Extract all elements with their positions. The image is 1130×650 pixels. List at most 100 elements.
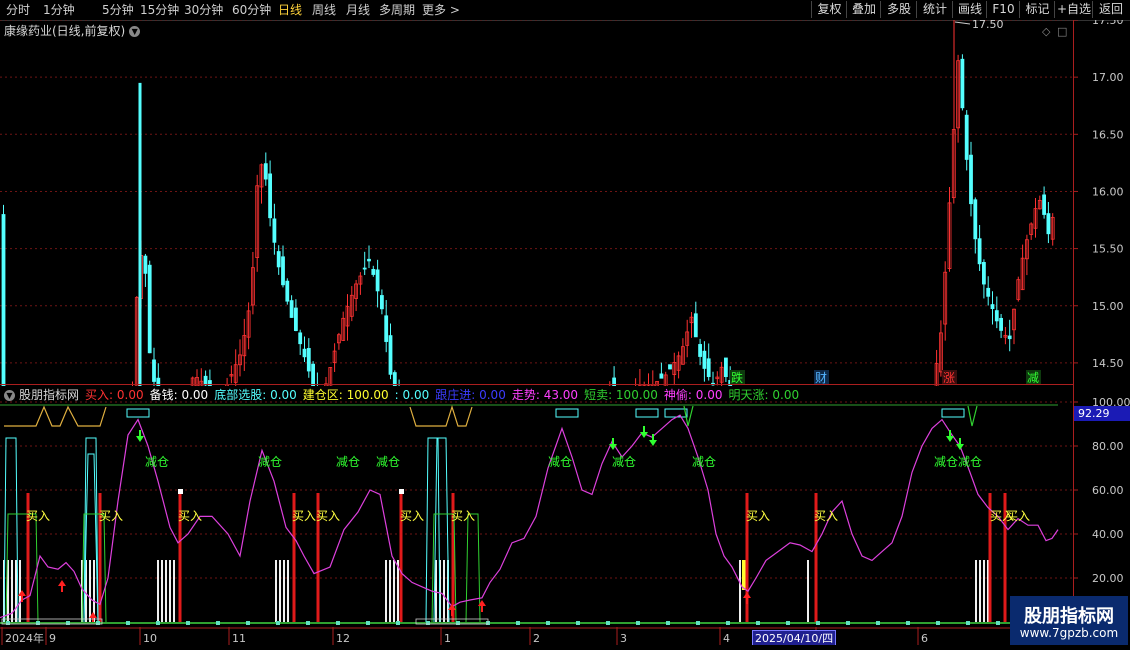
candle-body	[999, 317, 1003, 331]
candle-body	[1046, 213, 1051, 235]
toolbar-button-6[interactable]: 标记	[1019, 1, 1055, 18]
indicator-field-4: : 0.00	[395, 388, 430, 402]
indicator-field-label: 底部选股:	[214, 388, 267, 402]
indicator-field-8: 神偷: 0.00	[664, 388, 723, 402]
period-tab-8[interactable]: 月线	[346, 2, 370, 18]
baseline-dot	[966, 621, 970, 625]
candle-body	[362, 267, 367, 270]
x-axis-label-2: 10	[143, 632, 157, 645]
indicator-field-3: 建仓区: 100.00	[303, 388, 389, 402]
candle-body	[960, 58, 965, 109]
marker-square	[178, 489, 183, 494]
indicator-tick-label: 20.00	[1092, 572, 1124, 585]
chevron-down-icon[interactable]: ▼	[4, 390, 15, 401]
baseline-dot	[276, 621, 280, 625]
baseline-dot	[306, 621, 310, 625]
candle-body	[285, 280, 290, 302]
price-tick-label: 17.50	[1092, 20, 1124, 27]
indicator-field-label: 买入:	[85, 388, 114, 402]
indicator-field-value: 0.00	[398, 388, 430, 402]
baseline-dot	[156, 621, 160, 625]
toolbar-button-5[interactable]: F10	[986, 1, 1020, 18]
buy-label: 买入	[451, 509, 475, 523]
x-axis-label-6: 2	[533, 632, 540, 645]
baseline-dot	[726, 621, 730, 625]
candle-body	[276, 251, 281, 268]
watermark-logo: 股朋指标网 www.7gpzb.com	[1010, 596, 1128, 646]
candle-body	[272, 218, 277, 243]
indicator-field-label: 跟庄进:	[435, 388, 476, 402]
indicator-field-value: 0.00	[266, 388, 297, 402]
candle-body	[973, 199, 978, 240]
candle-body	[147, 264, 152, 354]
reduce-label: 减仓	[548, 455, 572, 469]
candle-body	[311, 363, 316, 386]
baseline-dot	[546, 621, 550, 625]
candle-body	[263, 163, 268, 180]
indicator-chart[interactable]: 100.0080.0060.0040.0020.00减仓 减仓 减仓 减仓 减仓 减仓 减仓…	[0, 386, 1130, 645]
period-tab-5[interactable]: 60分钟	[232, 2, 271, 18]
indicator-field-9: 明天涨: 0.00	[729, 388, 800, 402]
toolbar-button-8[interactable]: 返回	[1092, 1, 1129, 18]
toolbar-button-2[interactable]: 多股	[880, 1, 917, 18]
baseline-dot	[636, 621, 640, 625]
toolbar-button-7[interactable]: +自选	[1054, 1, 1093, 18]
buy-label: 买入	[746, 509, 770, 523]
down-arrow-icon	[956, 438, 964, 450]
reduce-label: 减仓	[376, 455, 400, 469]
square-icon[interactable]: □	[1057, 25, 1067, 38]
candle-body	[693, 313, 698, 338]
period-tab-4[interactable]: 30分钟	[184, 2, 223, 18]
candle-body	[982, 262, 986, 285]
toolbar-button-0[interactable]: 复权	[811, 1, 847, 18]
marker-square	[399, 489, 404, 494]
period-tab-6[interactable]: 日线	[278, 2, 302, 18]
period-tab-0[interactable]: 分时	[6, 2, 30, 18]
down-arrow-icon	[640, 426, 648, 438]
price-tick-label: 15.50	[1092, 243, 1124, 256]
period-tab-2[interactable]: 5分钟	[102, 2, 134, 18]
candle-body	[298, 332, 303, 345]
baseline-dot	[786, 621, 790, 625]
candle-body	[977, 238, 982, 265]
baseline-dot	[396, 621, 400, 625]
indicator-field-label: 明天涨:	[728, 388, 769, 402]
candle-body	[964, 114, 969, 160]
kline-chart[interactable]: 17.5017.0016.5016.0015.5015.0014.5014.00…	[0, 20, 1130, 386]
x-axis-label-0: 2024年	[5, 631, 44, 645]
indicator-name[interactable]: 股朋指标网	[19, 388, 79, 402]
indicator-field-value: 100.00	[342, 388, 389, 402]
buy-label: 买入	[26, 509, 50, 523]
period-tab-9[interactable]: 多周期	[379, 2, 415, 18]
period-tab-3[interactable]: 15分钟	[140, 2, 179, 18]
diamond-icon[interactable]: ◇	[1042, 25, 1051, 38]
price-tick-label: 14.50	[1092, 357, 1124, 370]
baseline-dot	[36, 621, 40, 625]
baseline-dot	[186, 621, 190, 625]
candle-body	[990, 304, 995, 310]
indicator-header: ▼ 股朋指标网 买入: 0.00 备钱: 0.00 底部选股: 0.00 建仓区: 100…	[4, 387, 805, 403]
candle-body	[152, 359, 156, 382]
x-axis-label-4: 12	[336, 632, 350, 645]
baseline-dot	[576, 621, 580, 625]
baseline-dot	[216, 621, 220, 625]
reduce-label: 减仓	[258, 455, 282, 469]
up-arrow-icon	[58, 580, 66, 592]
indicator-field-0: 买入: 0.00	[85, 388, 144, 402]
toolbar-button-4[interactable]: 画线	[952, 1, 987, 18]
indicator-tick-label: 60.00	[1092, 484, 1124, 497]
period-tab-1[interactable]: 1分钟	[43, 2, 75, 18]
toolbar-button-1[interactable]: 叠加	[846, 1, 881, 18]
period-tab-7[interactable]: 周线	[312, 2, 336, 18]
indicator-field-value: 0.00	[113, 388, 144, 402]
buy-label: 买入	[178, 509, 202, 523]
indicator-field-value: 100.00	[612, 388, 658, 402]
price-axis-line	[1073, 20, 1074, 645]
candle-body	[371, 269, 376, 275]
period-tab-10[interactable]: 更多 >	[422, 2, 460, 18]
x-axis-label-3: 11	[232, 632, 246, 645]
baseline-dot	[906, 621, 910, 625]
toolbar-button-3[interactable]: 统计	[916, 1, 953, 18]
up-arrow-icon	[743, 592, 751, 604]
bottom-pick-box	[555, 408, 579, 418]
